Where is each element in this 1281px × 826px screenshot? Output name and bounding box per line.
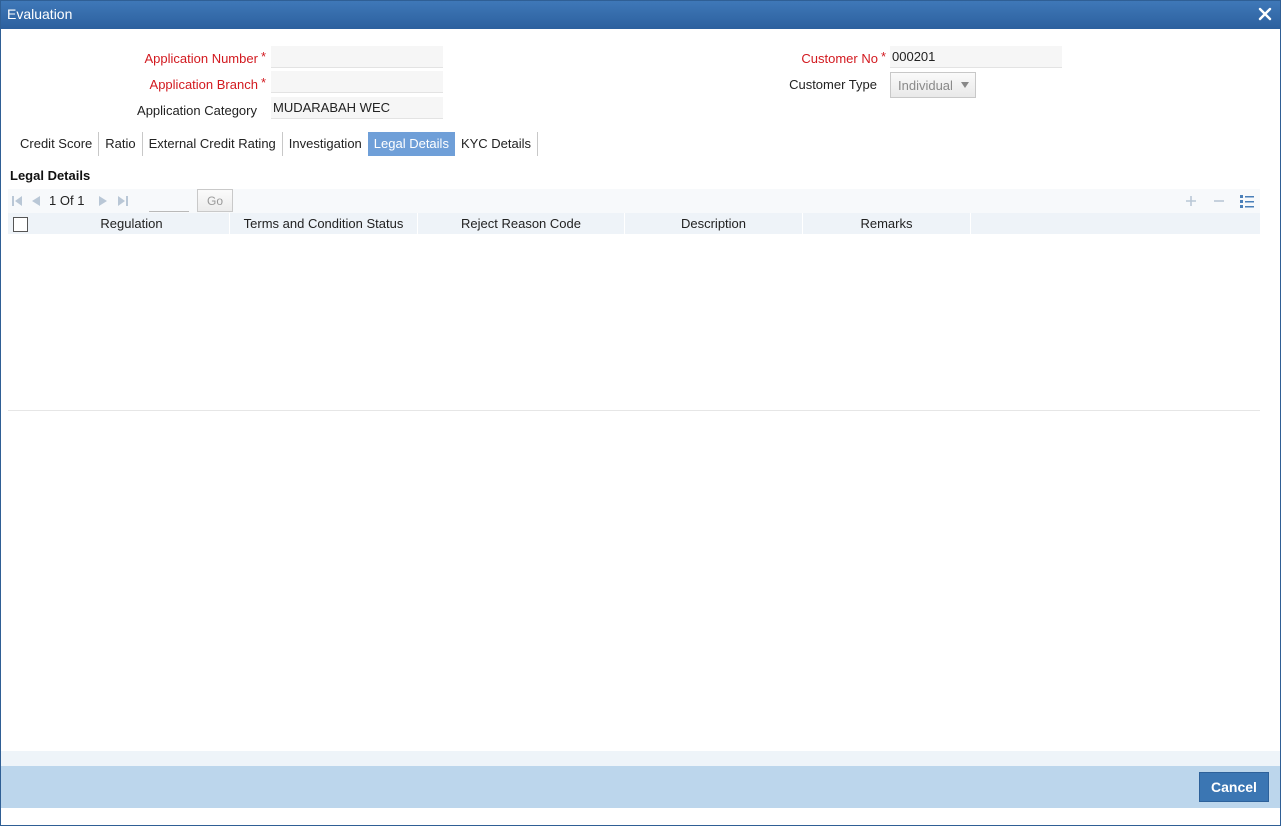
table-header: Regulation Terms and Condition Status Re…: [8, 213, 1260, 234]
tab-kyc-details[interactable]: KYC Details: [455, 132, 539, 156]
grid-toolbar: 1 Of 1 Go: [8, 189, 1260, 213]
customer-type-value: Individual: [898, 78, 953, 93]
delete-row-icon[interactable]: [1211, 193, 1227, 209]
column-header-regulation[interactable]: Regulation: [34, 213, 230, 234]
total-pages: 1: [77, 193, 85, 208]
column-header-description[interactable]: Description: [625, 213, 803, 234]
tab-ratio[interactable]: Ratio: [99, 132, 143, 156]
title-bar: Evaluation: [1, 1, 1280, 29]
of-label: Of: [59, 193, 74, 208]
application-branch-label: Application Branch *: [149, 75, 266, 92]
tab-strip: Credit Score Ratio External Credit Ratin…: [14, 132, 539, 156]
last-page-icon[interactable]: [117, 195, 129, 207]
tab-investigation[interactable]: Investigation: [283, 132, 368, 156]
column-header-terms-status[interactable]: Terms and Condition Status: [230, 213, 418, 234]
go-button[interactable]: Go: [197, 189, 233, 212]
tab-legal-details[interactable]: Legal Details: [367, 132, 455, 156]
column-header-reject-reason-code[interactable]: Reject Reason Code: [418, 213, 625, 234]
page-number-input[interactable]: [149, 190, 189, 212]
tab-external-credit-rating[interactable]: External Credit Rating: [143, 132, 283, 156]
customer-no-label: Customer No *: [801, 49, 886, 66]
evaluation-window: Evaluation Application Number * Applicati…: [0, 0, 1281, 826]
footer-spacer: [1, 751, 1280, 766]
window-title: Evaluation: [7, 6, 73, 22]
application-branch-field[interactable]: [271, 71, 443, 93]
current-page: 1: [49, 193, 57, 208]
cancel-button[interactable]: Cancel: [1199, 772, 1269, 802]
select-all-checkbox[interactable]: [13, 217, 28, 232]
next-page-icon[interactable]: [97, 195, 109, 207]
footer-bar: [1, 766, 1280, 808]
application-category-field[interactable]: MUDARABAH WEC: [271, 97, 443, 119]
customer-no-field[interactable]: 000201: [890, 46, 1062, 68]
add-row-icon[interactable]: [1183, 193, 1199, 209]
application-category-label: Application Category: [137, 103, 257, 118]
application-number-field[interactable]: [271, 46, 443, 68]
previous-page-icon[interactable]: [30, 195, 42, 207]
close-icon[interactable]: [1256, 5, 1274, 23]
single-view-icon[interactable]: [1239, 193, 1255, 209]
legal-details-table: Regulation Terms and Condition Status Re…: [8, 213, 1260, 411]
customer-type-select[interactable]: Individual: [890, 72, 976, 98]
column-header-remarks[interactable]: Remarks: [803, 213, 971, 234]
application-number-label: Application Number *: [144, 49, 266, 66]
first-page-icon[interactable]: [11, 195, 23, 207]
customer-type-label: Customer Type: [789, 77, 877, 92]
chevron-down-icon: [961, 82, 969, 88]
tab-credit-score[interactable]: Credit Score: [14, 132, 100, 156]
section-title: Legal Details: [10, 168, 91, 183]
page-indicator: 1 Of 1: [49, 193, 84, 208]
